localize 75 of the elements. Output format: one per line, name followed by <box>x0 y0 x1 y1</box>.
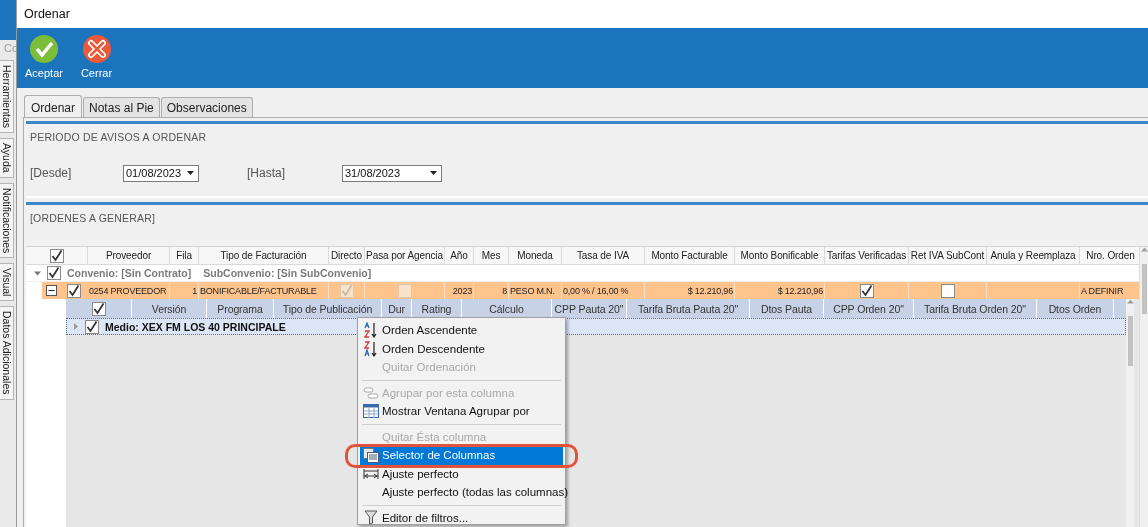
section-title: [ORDENES A GENERAR] <box>29 211 157 226</box>
date-dropdown[interactable]: 31/08/2023 <box>342 164 442 182</box>
menu-item-label: Agrupar por esta columna <box>382 386 515 399</box>
menu-item[interactable]: Orden Descendente <box>360 339 563 358</box>
column-header[interactable]: CPP Pauta 20" <box>552 299 627 318</box>
menu-item-label: Ajuste perfecto <box>382 467 459 480</box>
menu-item-label: Quitar Ordenación <box>382 361 476 374</box>
checkbox[interactable] <box>47 266 61 280</box>
field-label: [Desde] <box>30 166 73 180</box>
menu-item-label: Orden Descendente <box>382 342 485 355</box>
menu-item-label: Mostrar Ventana Agrupar por <box>382 405 530 418</box>
column-header[interactable]: Pasa por Agencia <box>365 247 445 265</box>
column-header[interactable]: Anula y Reemplaza <box>987 247 1080 265</box>
side-tab[interactable]: Ayuda <box>0 138 14 178</box>
section-title: PERIODO DE AVISOS A ORDENAR <box>29 130 208 145</box>
caret-icon <box>187 171 194 175</box>
column-header[interactable]: Tarifas Verificadas <box>825 247 909 265</box>
field-label: [Hasta] <box>247 166 286 180</box>
tab[interactable]: Observaciones <box>160 97 253 117</box>
checkbox[interactable] <box>940 283 955 298</box>
checkbox[interactable] <box>91 301 106 316</box>
scroll-thumb[interactable] <box>1141 264 1147 314</box>
side-tab[interactable]: Herramientas <box>0 60 14 134</box>
menu-item-label: Ajuste perfecto (todas las columnas) <box>382 486 568 499</box>
checkbox[interactable] <box>859 283 874 298</box>
side-tab[interactable]: Datos Adicionales <box>0 306 14 400</box>
column-header[interactable]: Monto Bonificable <box>735 247 825 265</box>
best-fit-icon <box>363 467 379 480</box>
menu-item-label: Orden Ascendente <box>382 324 478 337</box>
column-header[interactable]: Moneda <box>509 247 562 265</box>
menu-item[interactable]: Editor de filtros... <box>360 508 563 527</box>
tab[interactable]: Ordenar <box>24 95 83 118</box>
collapse-icon[interactable] <box>46 285 57 296</box>
scroll-thumb[interactable] <box>1127 316 1133 366</box>
scrollbar[interactable] <box>1126 299 1134 527</box>
group-label: Medio: XEX FM LOS 40 PRINCIPALE <box>105 320 286 333</box>
column-chooser-icon <box>363 447 379 463</box>
close-icon <box>81 34 112 64</box>
column-header[interactable]: Mes <box>474 247 509 265</box>
group-label: SubConvenio: [Sin SubConvenio] <box>203 267 372 279</box>
menu-item-label: Quitar Ésta columna <box>382 430 487 443</box>
column-header[interactable]: Año <box>445 247 474 265</box>
table-row[interactable]: 0254 PROVEEDOR 1 BONIFICABLE/FACTURABLE 2023 8 PESO M.N. 0,00 % / 16,00 % $ 12.210,96 $ 12.210,96 A DEFINIR <box>42 282 1139 299</box>
group-label: Convenio: [Sin Contrato] <box>67 267 192 279</box>
collapse-arrow-icon[interactable] <box>34 269 41 277</box>
column-header[interactable]: Fila <box>170 247 199 265</box>
accept-button[interactable]: Aceptar <box>25 28 63 88</box>
menu-item-label: Selector de Columnas <box>382 449 496 462</box>
menu-item-label: Editor de filtros... <box>382 511 469 524</box>
check-icon <box>28 34 59 64</box>
sort-descending-icon <box>364 340 378 357</box>
sort-ascending-icon <box>364 322 378 339</box>
column-header[interactable]: Tipo de Facturación <box>199 247 329 265</box>
expand-arrow-icon[interactable] <box>73 323 79 330</box>
side-tab[interactable]: Visual <box>0 263 14 302</box>
date-dropdown[interactable]: 01/08/2023 <box>123 164 199 182</box>
column-header[interactable]: Directo <box>329 247 365 265</box>
column-header[interactable]: Tasa de IVA <box>562 247 645 265</box>
scrollbar[interactable] <box>1139 247 1148 527</box>
menu-item[interactable]: Ajuste perfecto <box>360 464 563 483</box>
menu-item[interactable]: Mostrar Ventana Agrupar por <box>360 402 563 421</box>
checkbox[interactable] <box>85 319 99 334</box>
window-title: Ordenar <box>17 0 1148 28</box>
column-header[interactable]: Proveedor <box>88 247 170 265</box>
tab[interactable]: Notas al Pie <box>83 97 160 117</box>
checkbox[interactable] <box>49 248 64 263</box>
group-icon <box>363 386 379 399</box>
column-header[interactable]: Monto Facturable <box>645 247 735 265</box>
caret-icon <box>430 171 437 175</box>
checkbox[interactable] <box>67 283 81 298</box>
column-header[interactable]: Ret IVA SubCont <box>909 247 987 265</box>
side-tab[interactable]: Notificaciones <box>0 182 14 258</box>
close-button[interactable]: Cerrar <box>80 28 113 88</box>
scroll-up-icon[interactable] <box>1140 247 1148 252</box>
grid-window-icon <box>363 404 379 419</box>
